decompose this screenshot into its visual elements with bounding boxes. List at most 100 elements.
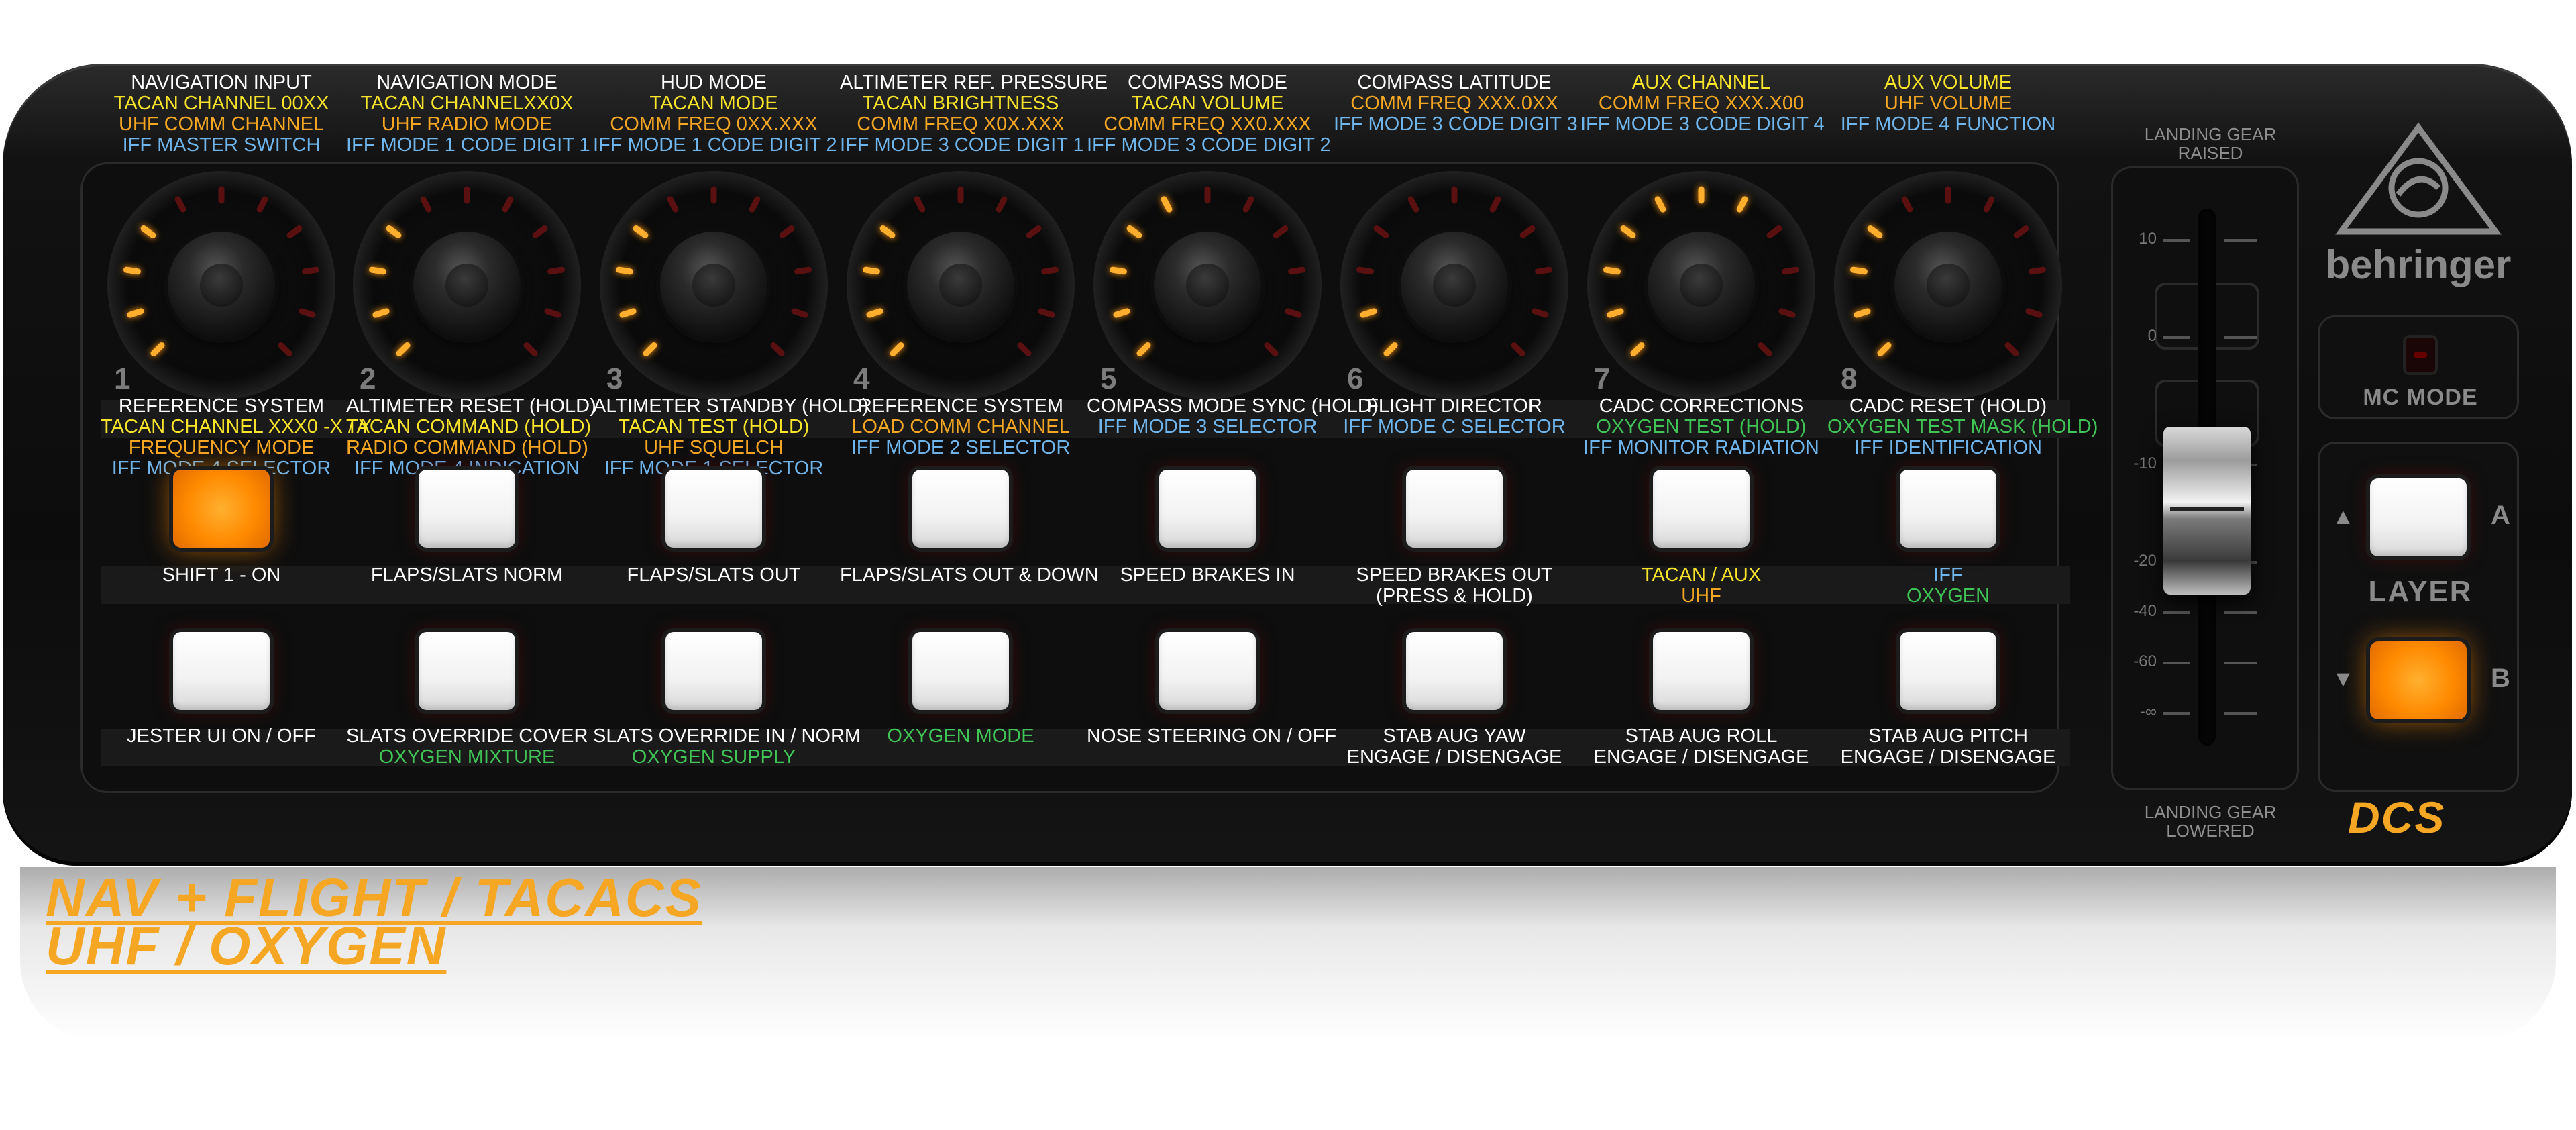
knob-5-turn-label: COMPASS MODE bbox=[1128, 72, 1287, 93]
row2-button-7[interactable] bbox=[1653, 632, 1750, 710]
knob-1[interactable] bbox=[107, 171, 335, 399]
knob-3[interactable] bbox=[600, 171, 828, 399]
fader-scale-line bbox=[2224, 336, 2257, 339]
knob-8-push-label: CADC RESET (HOLD) bbox=[1849, 395, 2047, 417]
knob-5-cap[interactable] bbox=[1154, 232, 1261, 339]
knob-2-cap[interactable] bbox=[413, 232, 521, 339]
row2-button-8[interactable] bbox=[1900, 632, 1996, 710]
knob-6-cap[interactable] bbox=[1401, 232, 1508, 339]
knob-3-cap[interactable] bbox=[660, 232, 767, 339]
fader-scale-line bbox=[2163, 712, 2190, 715]
row1-button-1[interactable] bbox=[173, 470, 270, 548]
knob-5-turn-label: IFF MODE 3 CODE DIGIT 2 bbox=[1087, 134, 1331, 156]
row1-button-4[interactable] bbox=[912, 470, 1009, 548]
knob-4-cap[interactable] bbox=[907, 232, 1014, 339]
knob-5-turn-label: COMM FREQ XX0.XXX bbox=[1104, 113, 1311, 135]
knob-8-turn-label: AUX VOLUME bbox=[1884, 72, 2012, 93]
row1-button-2-labels: FLAPS/SLATS NORM bbox=[346, 565, 588, 586]
knob-4-push-labels: REFERENCE SYSTEM LOAD COMM CHANNEL IFF MOD… bbox=[840, 396, 1081, 458]
knob-led-tick bbox=[1698, 186, 1705, 203]
row1-button-3-labels: FLAPS/SLATS OUT bbox=[593, 565, 835, 586]
row1-button-8[interactable] bbox=[1900, 470, 1996, 548]
knob-5-push-label: COMPASS MODE SYNC (HOLD) bbox=[1087, 395, 1379, 417]
knob-center bbox=[1433, 264, 1476, 307]
knob-7-number: 7 bbox=[1594, 362, 1611, 395]
row2-button-2[interactable] bbox=[419, 632, 515, 710]
mc-mode-button[interactable] bbox=[2406, 338, 2435, 372]
knob-4[interactable] bbox=[847, 171, 1075, 399]
fader-scale-value: -∞ bbox=[2139, 703, 2157, 721]
knob-8-push-labels: CADC RESET (HOLD) OXYGEN TEST MASK (HOLD)… bbox=[1827, 395, 2098, 458]
row1-button-label: SHIFT 1 - ON bbox=[162, 564, 281, 586]
knob-1-push-label: FREQUENCY MODE bbox=[128, 437, 315, 458]
knob-1-push-labels: REFERENCE SYSTEM TACAN CHANNEL XXX0 -X / … bbox=[101, 395, 372, 479]
fader-scale-value: 0 bbox=[2147, 327, 2157, 345]
knob-2-turn-label: UHF RADIO MODE bbox=[381, 113, 553, 135]
fader-scale-value: -10 bbox=[2133, 454, 2157, 472]
knob-2-number: 2 bbox=[360, 362, 376, 395]
row1-button-3[interactable] bbox=[665, 470, 762, 548]
knob-4-turn-label: TACAN BRIGHTNESS bbox=[862, 93, 1059, 114]
knob-led-tick bbox=[710, 186, 717, 203]
knob-2-push-labels: ALTIMETER RESET (HOLD) TACAN COMMAND (HOL… bbox=[346, 396, 596, 479]
knob-8-cap[interactable] bbox=[1894, 232, 2002, 339]
knob-4-number: 4 bbox=[853, 362, 870, 395]
landing-gear-fader-handle[interactable] bbox=[2163, 427, 2251, 595]
row2-button-label: STAB AUG YAW bbox=[1383, 725, 1526, 747]
knob-3-push-label: UHF SQUELCH bbox=[644, 437, 784, 458]
knob-3-turn-label: HUD MODE bbox=[661, 72, 767, 93]
knob-4-turn-label: COMM FREQ X0X.XXX bbox=[857, 113, 1065, 135]
row2-button-4[interactable] bbox=[912, 632, 1009, 710]
knob-8-turn-labels: AUX VOLUME UHF VOLUME IFF MODE 4 FUNCTION bbox=[1827, 72, 2069, 135]
row2-button-3[interactable] bbox=[665, 632, 762, 710]
layer-a-button[interactable] bbox=[2370, 478, 2467, 556]
row2-button-1[interactable] bbox=[173, 632, 270, 710]
knob-7-cap[interactable] bbox=[1648, 232, 1755, 339]
row1-button-label: FLAPS/SLATS OUT & DOWN bbox=[840, 564, 1099, 586]
knob-4-push-label: REFERENCE SYSTEM bbox=[857, 395, 1064, 417]
fader-scale-line bbox=[2163, 662, 2190, 664]
row2-button-4-labels: OXYGEN MODE bbox=[840, 726, 1081, 747]
knob-1-push-label: REFERENCE SYSTEM bbox=[118, 395, 325, 417]
knob-7[interactable] bbox=[1587, 171, 1815, 399]
row1-button-5[interactable] bbox=[1159, 470, 1256, 548]
knob-center bbox=[445, 264, 488, 307]
fader-scale-value: -60 bbox=[2133, 652, 2157, 670]
knob-center bbox=[1680, 264, 1723, 307]
layer-b-button[interactable] bbox=[2370, 641, 2467, 719]
row2-button-5[interactable] bbox=[1159, 632, 1256, 710]
row1-button-7[interactable] bbox=[1653, 470, 1750, 548]
row2-button-label: ENGAGE / DISENGAGE bbox=[1840, 746, 2056, 768]
knob-6[interactable] bbox=[1340, 171, 1568, 399]
row1-button-2[interactable] bbox=[419, 470, 515, 548]
knob-5-number: 5 bbox=[1100, 362, 1117, 395]
knob-2[interactable] bbox=[353, 171, 581, 399]
fader-scale-line bbox=[2224, 239, 2257, 242]
knob-5[interactable] bbox=[1093, 171, 1322, 399]
row1-button-label: OXYGEN bbox=[1906, 585, 1990, 607]
knob-8[interactable] bbox=[1834, 171, 2062, 399]
landing-gear-lowered-label: LANDING GEAR LOWERED bbox=[2144, 802, 2277, 841]
row2-button-6[interactable] bbox=[1406, 632, 1503, 710]
knob-3-turn-labels: HUD MODE TACAN MODE COMM FREQ 0XX.XXX IFF M… bbox=[593, 72, 837, 156]
knob-7-turn-label: IFF MODE 3 CODE DIGIT 4 bbox=[1580, 113, 1825, 135]
knob-1-number: 1 bbox=[114, 362, 131, 395]
knob-6-turn-label: COMPASS LATITUDE bbox=[1357, 72, 1552, 93]
knob-3-turn-label: TACAN MODE bbox=[649, 93, 778, 114]
knob-3-turn-label: IFF MODE 1 CODE DIGIT 2 bbox=[593, 134, 837, 156]
row2-button-label: SLATS OVERRIDE IN / NORM bbox=[593, 725, 861, 747]
layer-panel: ▲ A LAYER ▼ B bbox=[2318, 442, 2519, 792]
knob-1-cap[interactable] bbox=[168, 232, 275, 339]
knob-center bbox=[200, 264, 243, 307]
row1-button-6[interactable] bbox=[1406, 470, 1503, 548]
row2-button-5-labels: NOSE STEERING ON / OFF bbox=[1087, 726, 1336, 747]
knob-8-turn-label: IFF MODE 4 FUNCTION bbox=[1840, 113, 2056, 135]
knob-4-turn-label: IFF MODE 3 CODE DIGIT 1 bbox=[840, 134, 1084, 156]
knob-led-tick bbox=[464, 186, 470, 203]
row2-button-label: ENGAGE / DISENGAGE bbox=[1593, 746, 1809, 768]
knob-7-turn-label: COMM FREQ XXX.X00 bbox=[1598, 93, 1805, 114]
knob-2-turn-label: TACAN CHANNELXX0X bbox=[360, 93, 574, 114]
knob-7-push-labels: CADC CORRECTIONS OXYGEN TEST (HOLD) IFF MO… bbox=[1580, 396, 1822, 458]
landing-gear-raised-label: LANDING GEAR RAISED bbox=[2144, 124, 2277, 163]
row2-button-label: OXYGEN MIXTURE bbox=[378, 746, 555, 768]
